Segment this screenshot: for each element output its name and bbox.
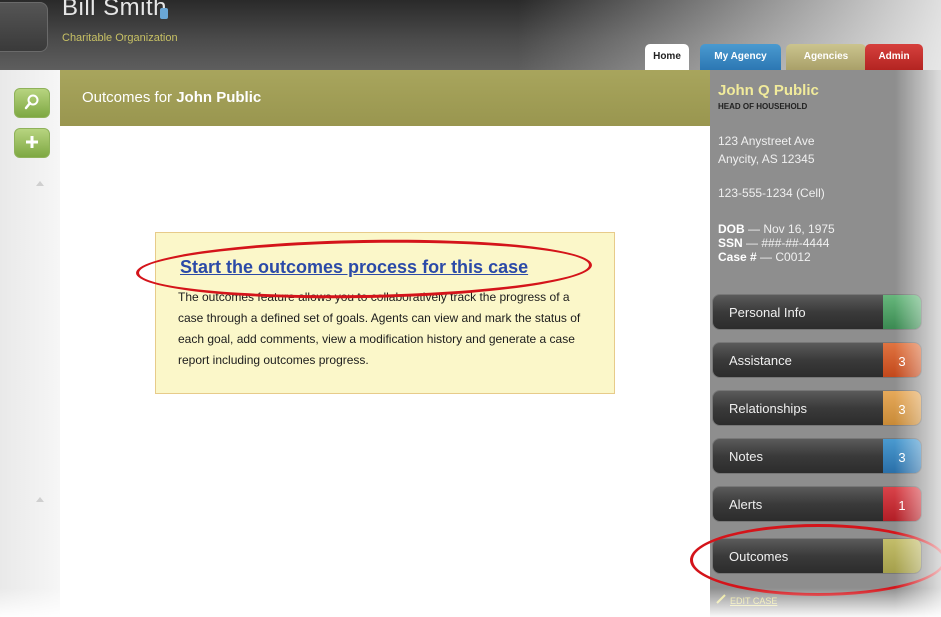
sidebar-item-label: Outcomes — [729, 549, 789, 564]
scroll-up-arrow-icon[interactable] — [30, 494, 50, 506]
search-button[interactable] — [14, 88, 50, 118]
tab-agencies[interactable]: Agencies — [786, 44, 866, 70]
sidebar-item-assistance[interactable]: Assistance 3 — [712, 342, 922, 378]
sidebar-item-label: Notes — [729, 449, 763, 464]
ssn: SSN — ###-##-4444 — [718, 236, 830, 250]
organization-name: Charitable Organization — [62, 32, 178, 44]
user-badge — [160, 8, 168, 19]
phone-number: 123-555-1234 (Cell) — [718, 186, 825, 200]
date-of-birth: DOB — Nov 16, 1975 — [718, 222, 835, 236]
plus-icon — [26, 136, 38, 148]
sidebar-item-notes[interactable]: Notes 3 — [712, 438, 922, 474]
sidebar-item-relationships[interactable]: Relationships 3 — [712, 390, 922, 426]
count-badge: 3 — [883, 439, 921, 473]
sidebar-item-outcomes[interactable]: Outcomes — [712, 538, 922, 574]
page-title: Outcomes for John Public — [82, 89, 262, 106]
user-name: Bill Smith — [62, 0, 168, 21]
sidebar-item-alerts[interactable]: Alerts 1 — [712, 486, 922, 522]
client-role: HEAD OF HOUSEHOLD — [718, 102, 808, 111]
tab-my-agency[interactable]: My Agency — [700, 44, 781, 70]
address-line-1: 123 Anystreet Ave — [718, 134, 815, 148]
sidebar-item-personal-info[interactable]: Personal Info — [712, 294, 922, 330]
sidebar-item-label: Relationships — [729, 401, 808, 416]
outcomes-callout: Start the outcomes process for this case… — [155, 232, 615, 394]
tab-home[interactable]: Home — [645, 44, 689, 70]
page-header: Outcomes for John Public — [60, 70, 710, 126]
count-badge — [883, 539, 921, 573]
count-badge: 1 — [883, 487, 921, 521]
count-badge — [883, 295, 921, 329]
sidebar-item-label: Personal Info — [729, 305, 806, 320]
search-icon — [24, 94, 39, 110]
sidebar-item-label: Alerts — [729, 497, 763, 512]
tab-admin[interactable]: Admin — [865, 44, 923, 70]
count-badge: 3 — [883, 343, 921, 377]
app-logo[interactable] — [0, 2, 48, 52]
client-name: John Public — [176, 89, 262, 106]
count-badge: 3 — [883, 391, 921, 425]
case-number: Case # — C0012 — [718, 250, 811, 264]
sidebar-item-label: Assistance — [729, 353, 792, 368]
case-client-name: John Q Public — [718, 82, 819, 99]
pencil-icon — [716, 594, 726, 604]
add-button[interactable] — [14, 128, 50, 158]
address-line-2: Anycity, AS 12345 — [718, 152, 815, 166]
start-outcomes-link[interactable]: Start the outcomes process for this case — [180, 257, 528, 278]
scroll-up-arrow-icon[interactable] — [30, 178, 50, 190]
edit-case-link[interactable]: EDIT CASE — [730, 596, 777, 606]
app-window: Bill Smith Charitable Organization Home … — [0, 0, 941, 617]
outcomes-description: The outcomes feature allows you to colla… — [178, 290, 581, 367]
